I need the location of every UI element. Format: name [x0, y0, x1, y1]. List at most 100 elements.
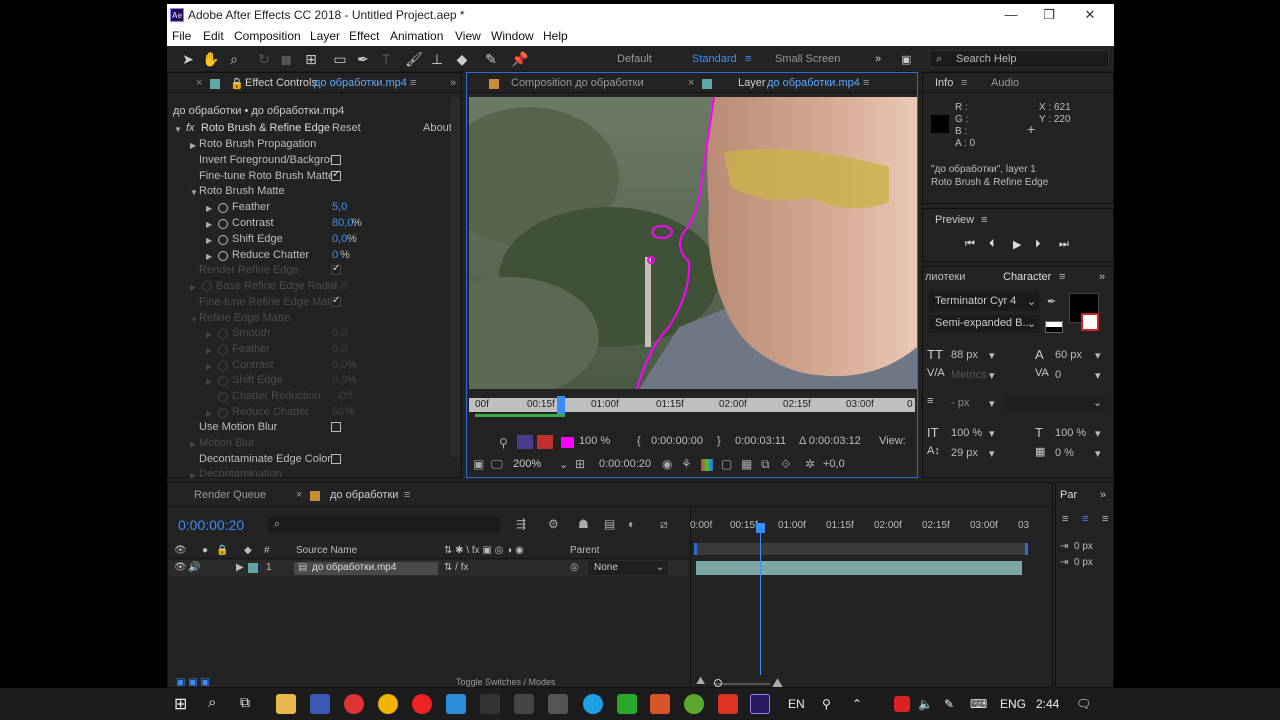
leading-value[interactable]: 60 px — [1055, 349, 1082, 361]
always-preview-icon[interactable]: ▣ — [473, 457, 484, 471]
view-mode-button[interactable] — [517, 435, 533, 449]
align-right-icon[interactable]: ≡ — [1102, 513, 1108, 525]
zoom-out-icon[interactable]: ⛰ — [696, 675, 705, 688]
zoom-tool-icon[interactable]: ⌕ — [225, 50, 243, 68]
clock[interactable]: 2:44 — [1036, 697, 1059, 711]
align-left-icon[interactable]: ≡ — [1062, 513, 1068, 525]
font-size-value[interactable]: 88 px — [951, 349, 978, 361]
motion-blur-icon[interactable]: ◐ — [628, 517, 635, 531]
scrollbar[interactable] — [451, 97, 459, 457]
tab-character[interactable]: Character — [1003, 271, 1051, 283]
layer-switches-icon[interactable]: ⇅ / fx — [444, 562, 469, 573]
zoom-in-icon[interactable]: ⛰ — [772, 675, 783, 688]
expand-icon[interactable]: ▶ — [206, 236, 212, 245]
indent-left-value[interactable]: 0 px — [1074, 541, 1093, 552]
tab-audio[interactable]: Audio — [991, 77, 1019, 89]
expand-icon[interactable]: ▶ — [190, 283, 196, 292]
align-center-icon[interactable]: ≡ — [1082, 513, 1088, 525]
monitor-icon[interactable]: 🖵 — [491, 457, 503, 472]
input-language[interactable]: ENG — [1000, 697, 1026, 711]
panel-menu-icon[interactable]: ≡ — [863, 77, 869, 89]
finetune-refine-checkbox[interactable] — [331, 295, 341, 307]
stopwatch-icon[interactable] — [218, 376, 228, 386]
zoom-slider-handle[interactable] — [714, 679, 722, 687]
current-time-indicator[interactable] — [557, 396, 565, 414]
stopwatch-icon[interactable] — [218, 392, 228, 402]
language-indicator[interactable]: EN — [788, 697, 805, 711]
stroke-style-dropdown[interactable]: ⌄ — [1005, 395, 1105, 411]
expand-icon[interactable]: ▶ — [206, 362, 212, 371]
eraser-tool-icon[interactable]: ◆ — [453, 50, 471, 68]
fast-previews-icon[interactable]: ⟐ — [781, 457, 790, 472]
channels-icon[interactable] — [701, 459, 713, 471]
workspace-default[interactable]: Default — [617, 53, 652, 65]
type-tool-icon[interactable]: T — [377, 50, 395, 68]
r-contrast-value[interactable]: 0,0 — [332, 359, 347, 371]
lock-icon[interactable]: 🔒 — [216, 545, 228, 556]
source-name-header[interactable]: Source Name — [296, 545, 357, 556]
timeline-search-input[interactable]: ⌕ — [268, 517, 500, 533]
chevron-down-icon[interactable]: ▾ — [1095, 447, 1101, 460]
swap-colors-icon[interactable] — [1045, 321, 1063, 333]
chatter-reduction-dropdown[interactable]: Off — [338, 390, 352, 402]
stopwatch-icon[interactable] — [202, 281, 212, 291]
stopwatch-icon[interactable] — [218, 329, 228, 339]
minimize-icon[interactable]: — — [990, 4, 1032, 26]
vertical-scale-value[interactable]: 100 % — [951, 427, 982, 439]
store-app-icon[interactable] — [446, 694, 466, 714]
fx-icon[interactable]: fx — [186, 122, 195, 134]
people-icon[interactable]: ⚲ — [822, 697, 831, 711]
finetune-checkbox[interactable] — [331, 169, 341, 181]
indent-first-value[interactable]: 0 px — [1074, 557, 1093, 568]
layer-controls-icon[interactable]: ⧉ — [761, 457, 770, 472]
stopwatch-icon[interactable] — [218, 361, 228, 371]
yandex-browser-icon[interactable] — [344, 694, 364, 714]
expand-icon[interactable]: ▶ — [206, 346, 212, 355]
tab-composition[interactable]: Composition до обработки — [511, 77, 644, 89]
rotate-tool-icon[interactable]: ↻ — [255, 50, 273, 68]
overlay-opacity[interactable]: 100 % — [579, 435, 610, 447]
expand-icon[interactable]: ▶ — [206, 252, 212, 261]
chevron-down-icon[interactable]: ▾ — [989, 447, 995, 460]
show-snapshot-icon[interactable]: ⚘ — [681, 457, 692, 471]
out-point-icon[interactable]: } — [717, 435, 721, 447]
draft-3d-icon[interactable]: ⚙ — [548, 517, 559, 531]
about-link[interactable]: About — [423, 122, 452, 134]
expand-icon[interactable]: ▶ — [236, 562, 244, 573]
expand-icon[interactable]: ▶ — [190, 471, 196, 480]
tab-layer[interactable]: Layer — [738, 77, 766, 89]
skype-icon[interactable] — [583, 694, 603, 714]
pickwhip-icon[interactable]: ◎ — [570, 562, 579, 573]
chevron-down-icon[interactable]: ▾ — [989, 349, 995, 362]
viewer-current-time[interactable]: 0:00:00:20 — [599, 458, 651, 470]
transparency-grid-icon[interactable]: ▦ — [741, 457, 752, 471]
feather-value[interactable]: 5,0 — [332, 201, 347, 213]
sync-settings-icon[interactable]: ▣ — [901, 53, 911, 66]
region-of-interest-icon[interactable]: ▢ — [721, 457, 732, 471]
r-shift-value[interactable]: 0,0 — [332, 374, 347, 386]
yandex-icon[interactable] — [480, 694, 500, 714]
shy-layers-icon[interactable]: ☗ — [578, 517, 589, 531]
panel-menu-icon[interactable]: ≡ — [404, 489, 410, 501]
audio-icon[interactable]: 🔊 — [188, 562, 200, 573]
graph-editor-icon[interactable]: ⧄ — [660, 517, 668, 532]
brush-tool-icon[interactable]: 🖌 — [405, 50, 423, 68]
alpha-mode-button[interactable] — [537, 435, 553, 449]
layer-switches-toggle-icon[interactable]: ▣ ▣ ▣ — [176, 677, 210, 688]
tab-libraries[interactable]: лиотеки — [925, 271, 965, 283]
keyboard-icon[interactable]: ⌨ — [970, 697, 987, 711]
kerning-value[interactable]: Metrics — [951, 369, 986, 381]
rectangle-tool-icon[interactable]: ▭ — [331, 50, 349, 68]
pan-behind-tool-icon[interactable]: ⊞ — [302, 50, 320, 68]
expand-panels-icon[interactable]: » — [1100, 489, 1106, 501]
walk-icon[interactable]: ⚲ — [499, 436, 508, 450]
opera-icon[interactable] — [412, 694, 432, 714]
save-app-icon[interactable] — [310, 694, 330, 714]
close-tab-icon[interactable]: × — [196, 77, 202, 89]
decontaminate-checkbox[interactable] — [331, 454, 341, 464]
render-refine-checkbox[interactable] — [331, 263, 341, 275]
contrast-value[interactable]: 80,0 — [332, 217, 353, 229]
expand-icon[interactable]: ▶ — [206, 409, 212, 418]
expand-icon[interactable]: ▶ — [206, 330, 212, 339]
last-frame-icon[interactable]: ⏭ — [1059, 238, 1069, 251]
